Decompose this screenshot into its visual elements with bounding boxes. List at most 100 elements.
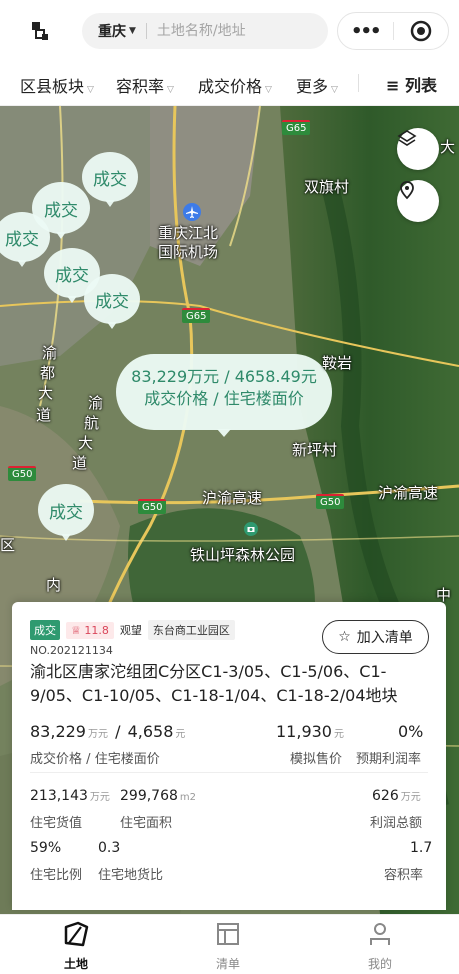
land-info-card[interactable]: 成交 ♕ 11.8 观望 东台商工业园区 ☆ 加入清单 NO.202121134…	[12, 602, 446, 910]
chevron-down-icon: ▽	[331, 85, 338, 95]
floor-price-unit: 元	[175, 729, 186, 740]
far-value: 1.7	[410, 840, 433, 856]
search-box[interactable]: 重庆 ▼	[82, 13, 328, 49]
sim-price-label: 模拟售价	[290, 752, 343, 767]
search-input[interactable]	[156, 23, 307, 39]
map-label-airport: 重庆江北	[158, 224, 219, 242]
highway-shield: G50	[316, 494, 345, 509]
highway-shield: G50	[8, 466, 37, 481]
res-ratio-label: 住宅比例	[30, 868, 83, 883]
chevron-down-icon: ▽	[167, 85, 174, 95]
tab-profile-label: 我的	[367, 957, 392, 971]
app-logo-icon[interactable]	[30, 20, 52, 42]
heat-value: 11.8	[84, 623, 109, 637]
selected-land-price: 83,229万元 / 4658.49元	[131, 367, 317, 386]
star-icon: ☆	[338, 629, 351, 645]
map-label-road: 沪渝高速	[202, 489, 263, 507]
profit-total: 626 万元	[372, 788, 421, 804]
deal-price-unit: 万元	[87, 729, 108, 740]
chevron-down-icon: ▽	[87, 85, 94, 95]
map-label-road: 都	[40, 364, 56, 382]
deal-bubble[interactable]: 成交	[82, 152, 138, 207]
map-label-road: 渝	[42, 344, 58, 362]
profit-total-unit: 万元	[400, 792, 421, 803]
map-label-road: 大	[38, 384, 54, 402]
chevron-down-icon: ▽	[265, 85, 272, 95]
filter-far-label: 容积率	[116, 77, 165, 96]
deal-price-label: 成交价格	[30, 752, 83, 767]
tag-row: 成交 ♕ 11.8 观望 东台商工业园区	[30, 620, 235, 640]
map-label-road: 沪渝高速	[378, 484, 439, 502]
add-to-list-label: 加入清单	[356, 630, 413, 646]
filter-far[interactable]: 容积率 ▽	[116, 73, 174, 97]
map-label-place: 大	[440, 138, 456, 156]
map-label-road: 渝	[88, 394, 104, 412]
tab-land-label: 土地	[63, 957, 88, 971]
map-label-village: 新坪村	[292, 441, 338, 459]
layers-icon	[397, 130, 417, 146]
divider	[30, 772, 428, 773]
highway-shield: G50	[138, 499, 167, 514]
filter-more[interactable]: 更多 ▽	[296, 73, 338, 97]
tab-list[interactable]: 清单	[198, 919, 258, 972]
list-icon: ≡	[386, 76, 405, 95]
tab-profile[interactable]: 我的	[350, 919, 410, 972]
trophy-icon: ♕	[71, 623, 85, 637]
user-icon	[370, 923, 390, 945]
filter-district-label: 区县板块	[20, 77, 85, 96]
map-label-place: 鞍岩	[322, 354, 353, 372]
price-slash: /	[115, 722, 121, 741]
res-area-number: 299,768	[120, 788, 178, 804]
res-area: 299,768 m2	[120, 788, 196, 804]
sim-price-unit: 元	[333, 729, 344, 740]
map-label-airport-line2: 国际机场	[158, 243, 219, 261]
watch-label: 观望	[119, 624, 142, 637]
res-value-label: 住宅货值	[30, 816, 83, 831]
sim-price-number: 11,930	[276, 722, 332, 741]
list-view-label: 列表	[404, 76, 437, 95]
more-dots-icon[interactable]: •••	[338, 21, 393, 42]
profit-total-number: 626	[372, 788, 399, 804]
layers-button[interactable]	[397, 128, 439, 170]
add-to-list-button[interactable]: ☆ 加入清单	[322, 620, 429, 654]
bottom-tab-bar: 土地 清单 我的	[0, 914, 459, 974]
deal-price-caption: 成交价格 / 住宅楼面价	[30, 748, 160, 767]
list-icon	[217, 923, 239, 945]
floor-price-label: 住宅楼面价	[94, 752, 160, 767]
filter-price-label: 成交价格	[198, 77, 263, 96]
locate-button[interactable]	[397, 180, 439, 222]
tab-list-label: 清单	[215, 957, 240, 971]
land-title: 渝北区唐家沱组团C分区C1-3/05、C1-5/06、C1-9/05、C1-10…	[30, 662, 398, 705]
map-label-village: 双旗村	[304, 178, 350, 196]
profit-rate-value: 0%	[398, 722, 424, 741]
floor-price-number: 4,658	[127, 722, 174, 741]
highway-shield: G65	[282, 120, 311, 135]
location-pin-icon	[400, 181, 414, 200]
deal-bubble[interactable]: 成交	[38, 484, 94, 541]
area-tag: 东台商工业园区	[147, 620, 235, 640]
filter-district[interactable]: 区县板块 ▽	[20, 73, 94, 97]
search-divider	[145, 23, 147, 39]
highway-shield: G65	[182, 308, 211, 323]
map-label-place: 区	[0, 536, 16, 554]
res-value: 213,143 万元	[30, 788, 110, 804]
res-area-label: 住宅面积	[120, 816, 173, 831]
selected-land-bubble[interactable]: 83,229万元 / 4658.49元 成交价格 / 住宅楼面价	[116, 354, 332, 437]
res-ratio-value: 59%	[30, 840, 62, 856]
map-label-park: 铁山坪森林公园	[190, 546, 296, 564]
deal-price-value: 83,229 万元 / 4,658 元	[30, 722, 185, 741]
filter-divider	[358, 74, 359, 92]
city-selector[interactable]: 重庆	[98, 21, 126, 41]
target-icon[interactable]	[393, 20, 448, 42]
deal-bubble[interactable]: 成交	[84, 274, 140, 329]
res-land-ratio-label: 住宅地货比	[98, 868, 164, 883]
map-label-road: 航	[84, 414, 100, 432]
filter-price[interactable]: 成交价格 ▽	[198, 73, 272, 97]
caption-slash: /	[86, 752, 91, 767]
list-view-button[interactable]: ≡ 列表	[386, 72, 437, 96]
chevron-down-icon: ▼	[129, 26, 136, 36]
tab-land[interactable]: 土地	[46, 919, 106, 972]
deal-price-number: 83,229	[30, 722, 86, 741]
miniprogram-capsule: •••	[337, 12, 449, 50]
res-value-unit: 万元	[89, 792, 110, 803]
